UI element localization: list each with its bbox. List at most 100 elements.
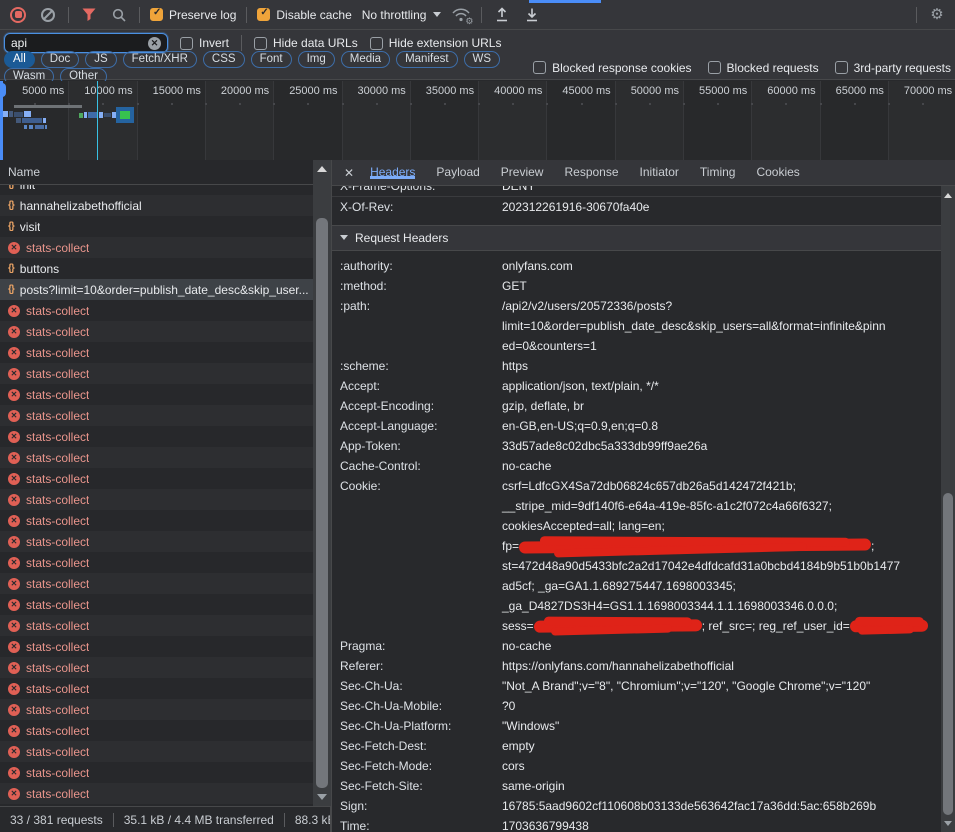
request-row[interactable]: stats-collect	[0, 615, 313, 636]
request-row[interactable]: {}posts?limit=10&order=publish_date_desc…	[0, 279, 313, 300]
toggle-blocked-response-cookies[interactable]: Blocked response cookies	[533, 61, 691, 75]
header-value: cors	[502, 756, 941, 776]
header-name: Cache-Control:	[340, 456, 502, 476]
network-conditions-button[interactable]: ⚙	[451, 6, 471, 24]
scroll-up-arrow[interactable]	[313, 162, 331, 176]
invert-toggle[interactable]: Invert	[180, 36, 229, 50]
export-har-button[interactable]	[522, 5, 542, 25]
clear-button[interactable]	[38, 5, 58, 25]
request-row[interactable]: stats-collect	[0, 699, 313, 720]
filter-toggle-button[interactable]	[79, 5, 99, 25]
request-row[interactable]: stats-collect	[0, 594, 313, 615]
scroll-down-arrow[interactable]	[941, 816, 955, 830]
tick-dot	[546, 103, 548, 105]
request-row[interactable]: stats-collect	[0, 426, 313, 447]
header-value: application/json, text/plain, */*	[502, 376, 941, 396]
request-row[interactable]: stats-collect	[0, 636, 313, 657]
record-icon	[10, 7, 26, 23]
details-scrollbar[interactable]	[941, 186, 955, 832]
request-row[interactable]: stats-collect	[0, 573, 313, 594]
request-row[interactable]: {}hannahelizabethofficial	[0, 195, 313, 216]
settings-button[interactable]: ⚙	[927, 5, 947, 25]
error-icon	[8, 578, 20, 590]
filter-pill-fetch-xhr[interactable]: Fetch/XHR	[123, 51, 197, 68]
waterfall-bar	[24, 111, 31, 117]
request-row[interactable]: stats-collect	[0, 489, 313, 510]
request-row[interactable]: stats-collect	[0, 468, 313, 489]
throttling-dropdown[interactable]: No throttling	[362, 8, 442, 22]
request-row[interactable]: stats-collect	[0, 678, 313, 699]
filter-pill-media[interactable]: Media	[341, 51, 390, 68]
overview-handle-grip[interactable]	[0, 83, 6, 97]
tab-cookies[interactable]: Cookies	[756, 165, 799, 179]
import-har-button[interactable]	[492, 5, 512, 25]
request-row[interactable]: {}visit	[0, 216, 313, 237]
header-row: Referer:https://onlyfans.com/hannaheliza…	[332, 656, 941, 676]
request-row[interactable]: stats-collect	[0, 342, 313, 363]
header-name: Sec-Fetch-Site:	[340, 776, 502, 796]
clear-filter-icon[interactable]: ✕	[148, 37, 161, 50]
record-button[interactable]	[8, 5, 28, 25]
request-row[interactable]: stats-collect	[0, 321, 313, 342]
request-name: stats-collect	[26, 388, 89, 402]
request-row[interactable]: stats-collect	[0, 363, 313, 384]
filter-pill-manifest[interactable]: Manifest	[396, 51, 457, 68]
request-row[interactable]: stats-collect	[0, 720, 313, 741]
request-row[interactable]: stats-collect	[0, 762, 313, 783]
toggle-3rd-party-requests[interactable]: 3rd-party requests	[835, 61, 951, 75]
request-row[interactable]: stats-collect	[0, 531, 313, 552]
page-load-progress-bar	[529, 0, 601, 3]
tab-preview[interactable]: Preview	[501, 165, 544, 179]
hide-data-urls-toggle[interactable]: Hide data URLs	[254, 36, 358, 50]
resources-size: 88.3 kB	[295, 813, 331, 827]
request-headers-section[interactable]: Request Headers	[332, 225, 941, 251]
request-name: stats-collect	[26, 367, 89, 381]
filter-pill-img[interactable]: Img	[298, 51, 335, 68]
filter-pill-js[interactable]: JS	[85, 51, 116, 68]
preserve-log-toggle[interactable]: Preserve log	[150, 8, 236, 22]
request-row[interactable]: {}buttons	[0, 258, 313, 279]
name-column-header[interactable]: Name	[0, 160, 313, 185]
request-list-scrollbar[interactable]	[313, 160, 331, 806]
request-row[interactable]: stats-collect	[0, 384, 313, 405]
search-icon	[112, 8, 126, 22]
timeline-overview[interactable]: 5000 ms10000 ms15000 ms20000 ms25000 ms3…	[0, 81, 955, 160]
divider	[284, 813, 285, 827]
request-row[interactable]: {}init	[0, 185, 313, 195]
filter-pill-all[interactable]: All	[4, 51, 35, 68]
filter-pill-css[interactable]: CSS	[203, 51, 245, 68]
tab-headers[interactable]: Headers	[370, 165, 415, 179]
scroll-up-arrow[interactable]	[941, 188, 955, 202]
filter-pill-ws[interactable]: WS	[464, 51, 501, 68]
value-text: 1703636799438	[502, 819, 589, 832]
tab-initiator[interactable]: Initiator	[640, 165, 679, 179]
tick-dot	[717, 103, 719, 105]
tab-payload[interactable]: Payload	[436, 165, 479, 179]
scrollbar-thumb[interactable]	[943, 493, 953, 815]
request-name: stats-collect	[26, 640, 89, 654]
close-details-button[interactable]: ✕	[344, 166, 354, 180]
filter-pill-font[interactable]: Font	[251, 51, 292, 68]
request-row[interactable]: stats-collect	[0, 405, 313, 426]
search-button[interactable]	[109, 5, 129, 25]
request-row[interactable]: stats-collect	[0, 741, 313, 762]
request-row[interactable]: stats-collect	[0, 552, 313, 573]
toggle-blocked-requests[interactable]: Blocked requests	[708, 61, 819, 75]
request-row[interactable]: stats-collect	[0, 510, 313, 531]
disable-cache-toggle[interactable]: Disable cache	[257, 8, 351, 22]
filter-pill-doc[interactable]: Doc	[41, 51, 79, 68]
checkbox-icon	[254, 37, 267, 50]
hide-extension-urls-toggle[interactable]: Hide extension URLs	[370, 36, 502, 50]
scroll-down-arrow[interactable]	[313, 790, 331, 804]
tab-response[interactable]: Response	[564, 165, 618, 179]
request-row[interactable]: stats-collect	[0, 657, 313, 678]
tab-timing[interactable]: Timing	[700, 165, 736, 179]
value-text: 33d57ade8c02dbc5a333db99ff9ae26a	[502, 439, 707, 453]
request-row[interactable]: stats-collect	[0, 237, 313, 258]
scrollbar-thumb[interactable]	[316, 218, 328, 788]
request-row[interactable]: stats-collect	[0, 300, 313, 321]
request-row[interactable]: stats-collect	[0, 447, 313, 468]
details-tabs: Headers Payload Preview Response Initiator Ti…	[370, 160, 821, 185]
request-row[interactable]: stats-collect	[0, 783, 313, 804]
header-name: Cookie:	[340, 476, 502, 636]
